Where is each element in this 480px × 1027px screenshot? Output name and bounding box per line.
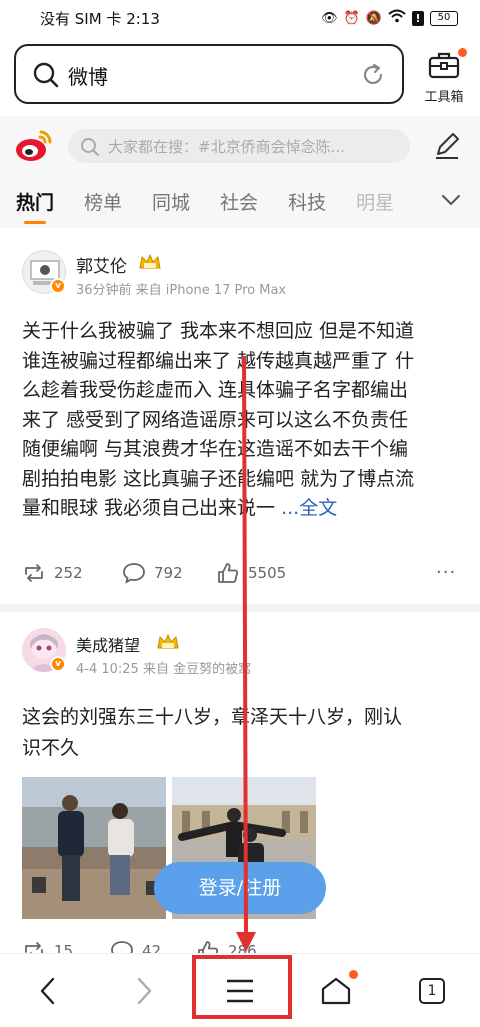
weibo-search-placeholder: 大家都在搜：#北京侨商会悼念陈... (108, 138, 345, 156)
crown-icon (157, 633, 179, 649)
status-bar: 没有 SIM 卡 2:13 👁 ⏰ 🔕 ! 50 (0, 0, 480, 36)
weibo-logo-icon[interactable] (14, 128, 54, 164)
tab-ranking[interactable]: 榜单 (84, 188, 122, 215)
crown-icon (139, 253, 161, 269)
toolbox-label: 工具箱 (424, 90, 464, 105)
tabs-button[interactable]: 1 (402, 964, 462, 1018)
forward-button[interactable] (114, 964, 174, 1018)
menu-icon (227, 979, 253, 1003)
post-author[interactable]: 郭艾伦 (76, 252, 127, 277)
verified-badge-icon: v (50, 278, 66, 294)
home-icon (321, 977, 351, 1005)
login-register-button[interactable]: 登录/注册 (154, 862, 326, 914)
refresh-icon[interactable] (360, 62, 386, 88)
back-button[interactable] (18, 964, 78, 1018)
status-icons: 👁 ⏰ 🔕 ! 50 (321, 9, 458, 27)
home-button[interactable] (306, 964, 366, 1018)
search-icon (33, 62, 59, 88)
repost-count: 252 (54, 564, 83, 582)
menu-button[interactable] (210, 964, 270, 1018)
post-line: 随便编啊 与其浪费才华在这造谣不如去干个编 (22, 438, 409, 460)
search-icon (81, 138, 99, 156)
comment-button[interactable]: 792 (122, 562, 183, 584)
tab-star[interactable]: 明星 (356, 188, 394, 215)
browser-address-bar[interactable]: 微博 (14, 44, 404, 104)
status-carrier-time: 没有 SIM 卡 2:13 (40, 10, 160, 28)
post-author[interactable]: 美成猪望 (76, 632, 140, 656)
comment-count: 792 (154, 564, 183, 582)
chevron-right-icon (137, 977, 152, 1005)
browser-nav-bar: 1 (0, 953, 480, 1027)
wifi-icon (388, 9, 406, 27)
post-photo[interactable] (22, 777, 166, 919)
battery-icon: 50 (430, 10, 458, 26)
toolbox-notification-dot (458, 48, 467, 57)
tab-count-icon: 1 (419, 978, 445, 1004)
tab-local[interactable]: 同城 (152, 188, 190, 215)
verified-badge-icon: v (50, 656, 66, 672)
address-bar-query: 微博 (68, 65, 108, 89)
tab-hot[interactable]: 热门 (16, 188, 54, 224)
comment-icon (123, 563, 145, 584)
post-body: 关于什么我被骗了 我本来不想回应 但是不知道 谁连被骗过程都编出来了 越传越真越… (22, 317, 468, 524)
post-meta: 36分钟前 来自 iPhone 17 Pro Max (76, 283, 287, 298)
read-more-link[interactable]: ...全文 (281, 497, 337, 519)
weibo-header: 大家都在搜：#北京侨商会悼念陈... 热门 榜单 同城 社会 科技 明星 (0, 116, 480, 228)
compose-icon[interactable] (432, 130, 462, 160)
more-options-icon[interactable]: ··· (436, 562, 456, 583)
post-meta: 4-4 10:25 来自 金豆努的被窝 (76, 662, 252, 677)
tab-tech[interactable]: 科技 (288, 188, 326, 215)
post-line-text: 量和眼球 我必须自己出来说一 (22, 497, 282, 519)
post-line: 谁连被骗过程都编出来了 越传越真越严重了 什 (22, 349, 415, 372)
post-line: 剧拍拍电影 这比真骗子还能编吧 就为了博点流 (22, 467, 415, 490)
weibo-search-bar[interactable]: 大家都在搜：#北京侨商会悼念陈... (68, 129, 410, 163)
post-line: 么趁着我受伤趁虚而入 连具体骗子名字都编出 (22, 379, 409, 401)
like-count: 5505 (248, 564, 287, 582)
alarm-icon: ⏰ (343, 10, 360, 26)
toolbox-icon (428, 52, 460, 79)
post-body: 这会的刘强东三十八岁，章泽天十八岁，刚认 识不久 (22, 702, 468, 764)
chevron-left-icon (40, 977, 55, 1005)
mute-icon: 🔕 (365, 10, 382, 26)
home-notification-dot (349, 970, 358, 979)
post-line: 量和眼球 我必须自己出来说一 ...全文 (22, 494, 468, 524)
toolbox-button[interactable]: 工具箱 (418, 48, 470, 105)
post-line: 来了 感受到了网络造谣原来可以这么不负责任 (22, 408, 409, 431)
like-icon (218, 563, 239, 583)
repost-button[interactable]: 252 (22, 562, 83, 584)
alert-icon: ! (412, 10, 424, 26)
weibo-tabs: 热门 榜单 同城 社会 科技 明星 (16, 188, 424, 224)
divider (0, 604, 480, 612)
post-line: 这会的刘强东三十八岁，章泽天十八岁，刚认 (22, 706, 403, 728)
eye-icon: 👁 (321, 10, 338, 26)
like-button[interactable]: 5505 (216, 562, 286, 584)
tab-society[interactable]: 社会 (220, 188, 258, 215)
chevron-down-icon[interactable] (440, 192, 462, 208)
post-line: 识不久 (22, 737, 80, 759)
post-line: 关于什么我被骗了 我本来不想回应 但是不知道 (22, 320, 415, 342)
repost-icon (25, 564, 43, 582)
